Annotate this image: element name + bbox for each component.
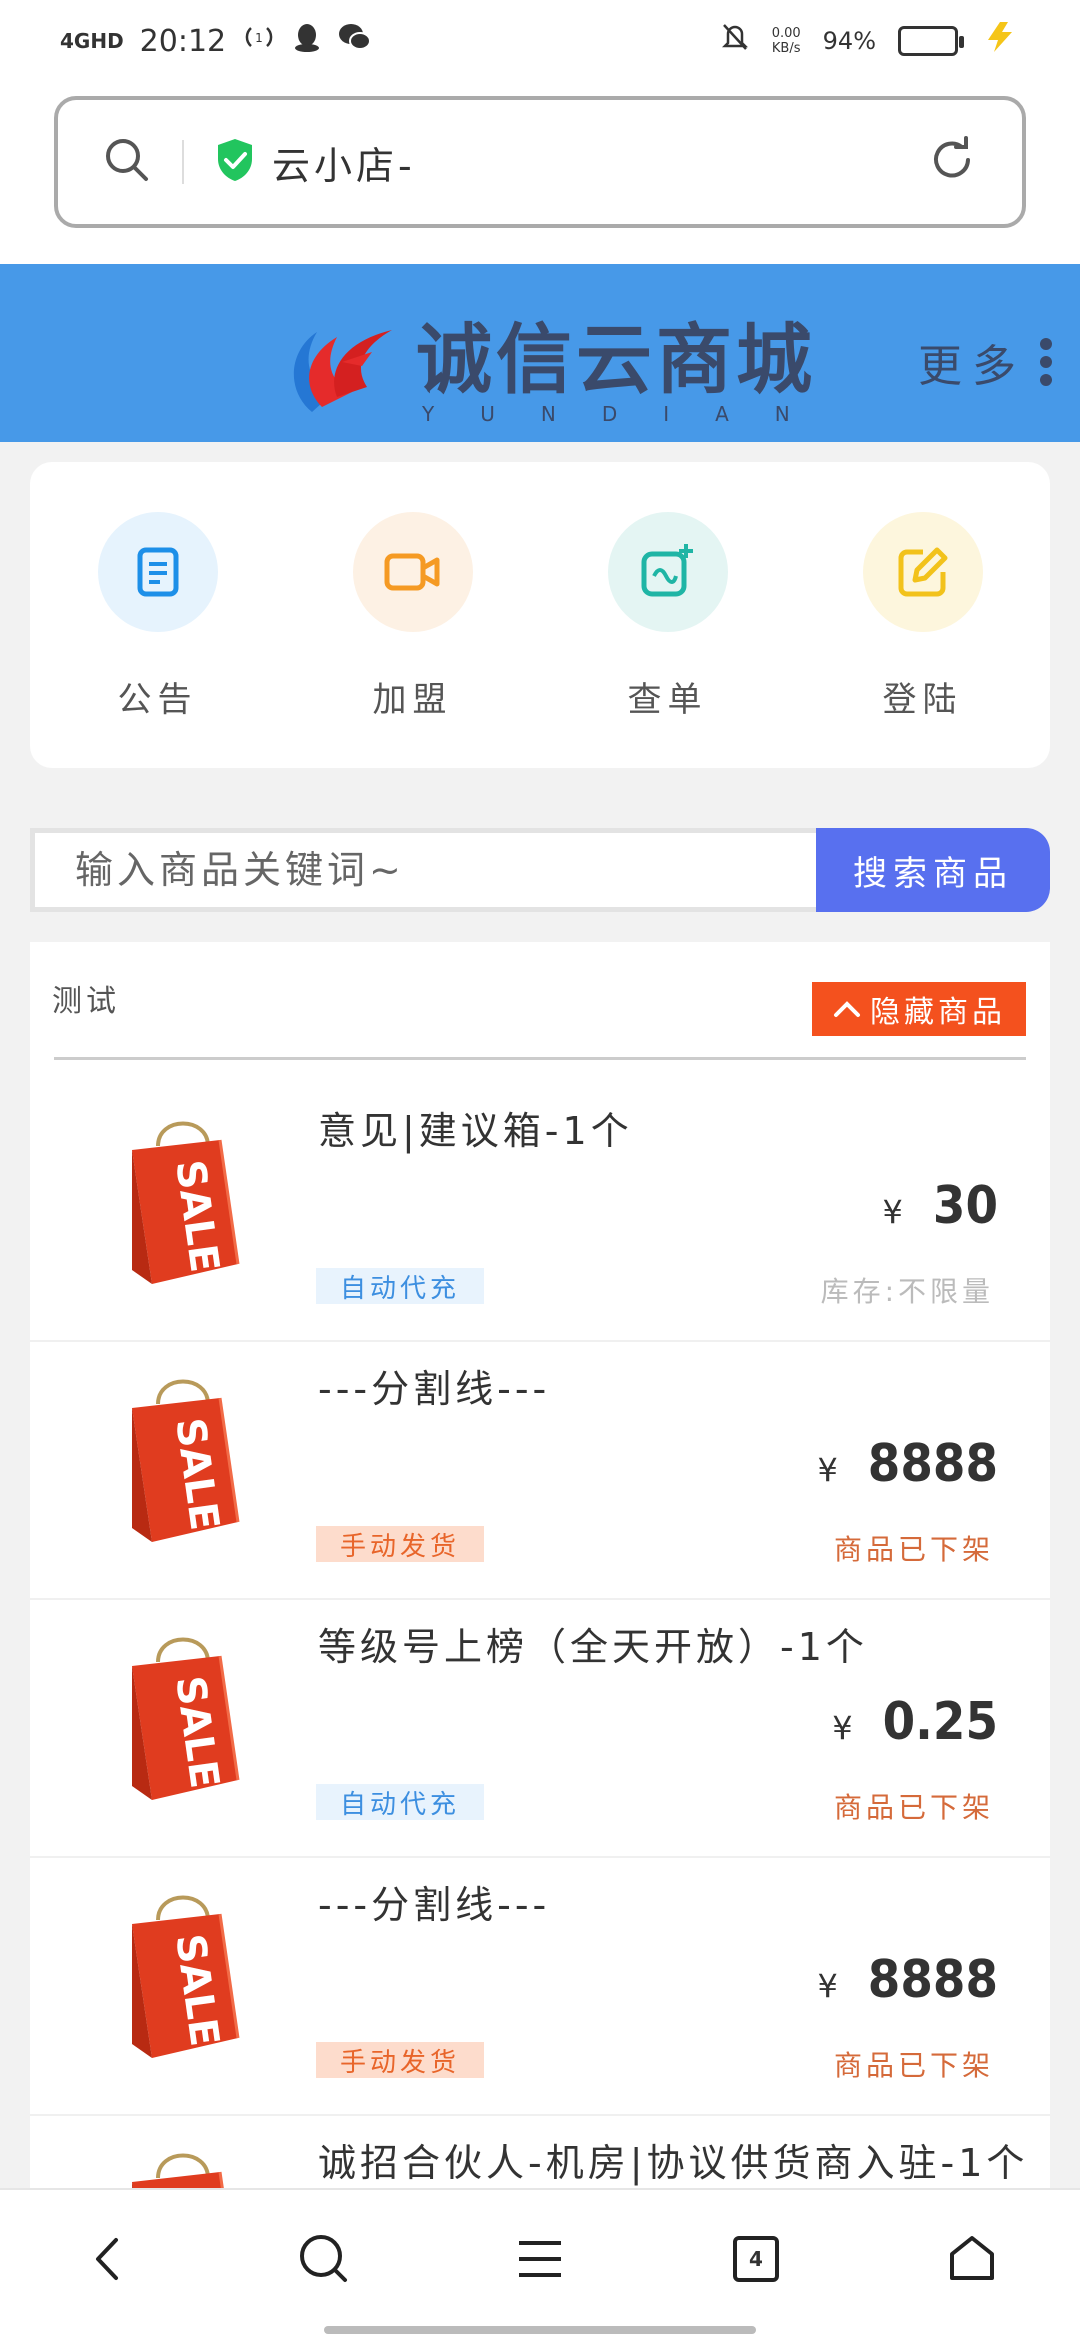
back-arrow-icon	[96, 2238, 118, 2280]
network-indicator: 4GHD	[60, 29, 124, 53]
home-button[interactable]	[912, 2209, 1032, 2309]
product-price: ¥ 8888	[817, 1950, 998, 2010]
sale-bag-image: SALE	[118, 2138, 248, 2192]
hide-products-button[interactable]: 隐藏商品	[812, 982, 1026, 1036]
site-logo[interactable]: 诚信云商城 YUNDIAN	[282, 312, 836, 436]
search-icon[interactable]	[102, 135, 152, 189]
product-item[interactable]: SALE 诚招合伙人-机房|协议供货商入驻-1个	[30, 2116, 1050, 2192]
delivery-type-badge: 自动代充	[316, 1268, 484, 1304]
product-price: ¥ 8888	[817, 1434, 998, 1494]
tab-count: 4	[733, 2236, 779, 2282]
search-input[interactable]	[30, 828, 816, 912]
browser-bottom-nav: 4	[0, 2188, 1080, 2340]
stock-status: 商品已下架	[833, 2049, 994, 2082]
status-bar: 4GHD 20:12 1 0.00 KB/s 94%	[0, 0, 1080, 82]
charging-icon	[980, 20, 1020, 62]
product-price: ¥ 0.25	[832, 1692, 998, 1752]
battery-icon	[898, 26, 964, 56]
delivery-type-badge: 自动代充	[316, 1784, 484, 1820]
quick-item-join[interactable]: 加盟	[313, 512, 513, 768]
sale-bag-image: SALE	[118, 1880, 248, 2064]
product-name[interactable]: 诚招合伙人-机房|协议供货商入驻-1个	[318, 2132, 1028, 2187]
reload-icon[interactable]	[926, 134, 978, 190]
phoenix-logo-icon	[282, 312, 402, 436]
sale-bag-image: SALE	[118, 1622, 248, 1806]
home-indicator[interactable]	[324, 2326, 756, 2334]
svg-text:1: 1	[255, 31, 263, 45]
sale-bag-image: SALE	[118, 1106, 248, 1290]
quick-item-order-query[interactable]: 查单	[568, 512, 768, 768]
quick-menu: 公告 加盟 查单 登陆	[30, 462, 1050, 768]
wechat-icon	[338, 22, 372, 60]
product-name[interactable]: 等级号上榜（全天开放）-1个	[318, 1616, 868, 1671]
delivery-type-badge: 手动发货	[316, 1526, 484, 1562]
search-nav-button[interactable]	[264, 2209, 384, 2309]
currency-symbol: ¥	[817, 1967, 838, 2005]
quick-label: 加盟	[372, 680, 453, 720]
document-icon	[97, 512, 218, 632]
hamburger-menu-icon	[519, 2241, 561, 2277]
add-link-icon	[607, 512, 728, 632]
product-search: 搜索商品	[30, 828, 1050, 912]
mute-bell-icon	[720, 21, 750, 61]
category-title: 测试	[52, 984, 120, 1019]
hotspot-icon: 1	[242, 22, 276, 60]
address-divider	[182, 140, 184, 184]
site-header: 诚信云商城 YUNDIAN 更多	[0, 264, 1080, 442]
quick-item-login[interactable]: 登陆	[823, 512, 1023, 768]
more-label: 更多	[918, 341, 1026, 392]
address-bar[interactable]: 云小店-	[54, 96, 1026, 228]
sale-bag-image: SALE	[118, 1364, 248, 1548]
product-item[interactable]: SALE ---分割线--- ¥ 8888 手动发货 商品已下架	[30, 1858, 1050, 2116]
net-speed: 0.00	[771, 26, 801, 41]
qq-icon	[292, 21, 322, 61]
logo-subtitle: YUNDIAN	[422, 402, 836, 426]
stock-status: 商品已下架	[833, 1533, 994, 1566]
tabs-button[interactable]: 4	[696, 2209, 816, 2309]
panel-header: 测试 隐藏商品	[52, 942, 1026, 1060]
stock-status: 库存:不限量	[820, 1275, 994, 1308]
product-item[interactable]: SALE 等级号上榜（全天开放）-1个 ¥ 0.25 自动代充 商品已下架	[30, 1600, 1050, 1858]
net-speed-unit: KB/s	[771, 41, 801, 56]
logo-title: 诚信云商城	[416, 315, 816, 404]
stock-status: 商品已下架	[833, 1791, 994, 1824]
status-time: 20:12	[139, 23, 227, 59]
product-name[interactable]: ---分割线---	[318, 1874, 550, 1929]
search-button[interactable]: 搜索商品	[816, 828, 1050, 912]
edit-icon	[862, 512, 983, 632]
product-name[interactable]: 意见|建议箱-1个	[318, 1100, 633, 1155]
delivery-type-badge: 手动发货	[316, 2042, 484, 2078]
product-name[interactable]: ---分割线---	[318, 1358, 550, 1413]
product-price: ¥ 30	[883, 1176, 998, 1236]
quick-label: 查单	[627, 680, 708, 720]
quick-item-announcement[interactable]: 公告	[58, 512, 258, 768]
chevron-up-icon	[834, 1001, 860, 1017]
price-value: 0.25	[882, 1692, 998, 1752]
product-item[interactable]: SALE 意见|建议箱-1个 ¥ 30 自动代充 库存:不限量	[30, 1084, 1050, 1342]
more-dots-icon	[1040, 338, 1052, 386]
currency-symbol: ¥	[882, 1193, 903, 1231]
quick-label: 登陆	[882, 680, 963, 720]
price-value: 8888	[867, 1434, 998, 1494]
product-list: SALE 意见|建议箱-1个 ¥ 30 自动代充 库存:不限量 SALE ---分…	[30, 1060, 1050, 2192]
price-value: 30	[932, 1176, 998, 1236]
currency-symbol: ¥	[817, 1451, 838, 1489]
product-item[interactable]: SALE ---分割线--- ¥ 8888 手动发货 商品已下架	[30, 1342, 1050, 1600]
currency-symbol: ¥	[832, 1709, 853, 1747]
secure-shield-icon	[214, 137, 256, 187]
quick-label: 公告	[117, 680, 198, 720]
home-icon	[950, 2236, 994, 2280]
battery-percent: 94%	[822, 27, 876, 55]
url-text[interactable]: 云小店-	[272, 135, 416, 190]
video-icon	[352, 512, 473, 632]
menu-button[interactable]	[480, 2209, 600, 2309]
browser-toolbar: 云小店-	[0, 82, 1080, 264]
more-menu-button[interactable]: 更多	[918, 330, 1052, 394]
hide-products-label: 隐藏商品	[870, 996, 1006, 1029]
back-button[interactable]	[48, 2209, 168, 2309]
price-value: 8888	[867, 1950, 998, 2010]
search-icon	[300, 2235, 347, 2282]
product-panel: 测试 隐藏商品 SALE 意见|建议箱-1个 ¥ 30 自动代充 库存:不限量 S…	[30, 942, 1050, 2192]
